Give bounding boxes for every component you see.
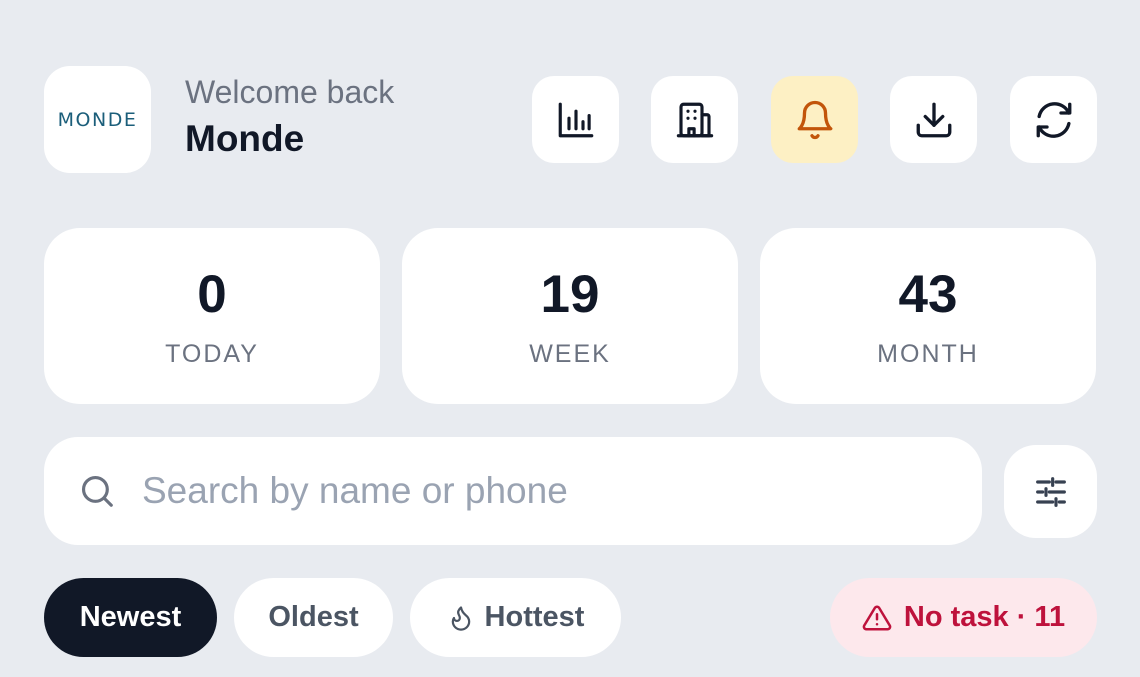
alert-label: No task · 11 bbox=[903, 601, 1066, 633]
notifications-button[interactable] bbox=[771, 76, 858, 163]
search-icon bbox=[81, 475, 113, 507]
stat-label: WEEK bbox=[529, 340, 611, 368]
analytics-button[interactable] bbox=[532, 76, 619, 163]
search-input[interactable] bbox=[142, 461, 942, 521]
sliders-icon bbox=[1035, 476, 1066, 507]
bell-icon bbox=[797, 100, 832, 139]
chip-label: Oldest bbox=[268, 601, 359, 633]
stat-value: 19 bbox=[540, 265, 600, 324]
sort-hottest-chip[interactable]: Hottest bbox=[410, 578, 621, 657]
filter-settings-button[interactable] bbox=[1004, 445, 1097, 538]
stat-value: 43 bbox=[898, 265, 958, 324]
warning-icon bbox=[862, 604, 892, 630]
stat-label: TODAY bbox=[165, 340, 259, 368]
bar-chart-icon bbox=[558, 102, 593, 137]
companies-button[interactable] bbox=[651, 76, 738, 163]
no-task-alert-chip[interactable]: No task · 11 bbox=[830, 578, 1097, 657]
refresh-icon bbox=[1036, 101, 1071, 138]
logo-text: MONDE bbox=[57, 108, 138, 131]
download-icon bbox=[916, 102, 951, 137]
search-bar[interactable] bbox=[44, 437, 982, 545]
sort-oldest-chip[interactable]: Oldest bbox=[234, 578, 393, 657]
stat-card-week: 19 WEEK bbox=[402, 228, 738, 404]
account-name: Monde bbox=[185, 118, 305, 159]
download-button[interactable] bbox=[890, 76, 977, 163]
stat-card-month: 43 MONTH bbox=[760, 228, 1096, 404]
chip-label: Newest bbox=[79, 601, 182, 633]
stat-label: MONTH bbox=[877, 340, 979, 368]
stat-value: 0 bbox=[197, 265, 227, 324]
building-icon bbox=[676, 102, 713, 137]
stat-card-today: 0 TODAY bbox=[44, 228, 380, 404]
refresh-button[interactable] bbox=[1010, 76, 1097, 163]
welcome-text: Welcome back bbox=[185, 74, 395, 110]
brand-logo: MONDE bbox=[44, 66, 151, 173]
dashboard-page: MONDE Welcome back Monde 0 TODAY 19 WEEK… bbox=[0, 0, 1140, 677]
flame-icon bbox=[451, 605, 470, 631]
chip-label: Hottest bbox=[484, 601, 585, 633]
sort-newest-chip[interactable]: Newest bbox=[44, 578, 217, 657]
